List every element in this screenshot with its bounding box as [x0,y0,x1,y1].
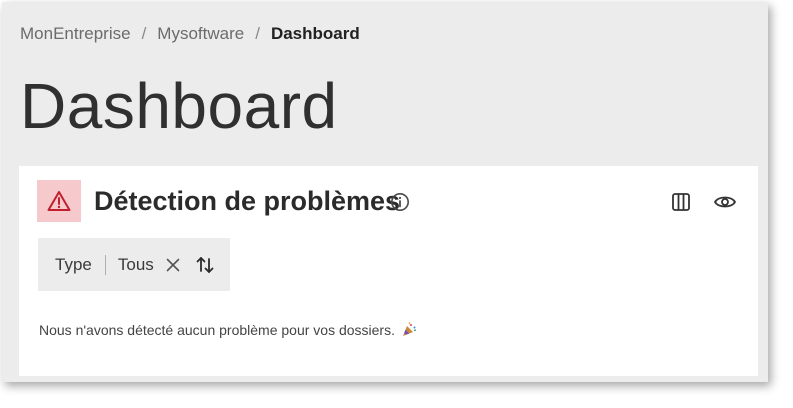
filter-value: Tous [117,254,154,274]
card-title: Détection de problèmes [94,186,401,216]
columns-icon[interactable] [670,191,692,213]
empty-state: Nous n'avons détecté aucun problème pour… [39,322,417,338]
breadcrumb-separator: / [255,24,260,43]
page-frame: MonEntreprise / Mysoftware / Dashboard D… [2,2,768,382]
problem-detection-card: Détection de problèmes Type Tous Nous n'… [19,166,758,376]
empty-state-message: Nous n'avons détecté aucun problème pour… [39,322,395,338]
sort-arrows-icon[interactable] [195,255,215,275]
type-filter-chip[interactable]: Type Tous [38,238,230,291]
filter-divider [104,254,106,275]
alert-badge [37,180,81,222]
breadcrumb-separator: / [141,24,147,43]
party-popper-icon [403,322,417,336]
breadcrumb-item-company[interactable]: MonEntreprise [20,24,131,44]
eye-icon[interactable] [713,191,737,213]
warning-triangle-icon [47,191,71,211]
breadcrumb-item-software[interactable]: Mysoftware [157,24,244,44]
close-icon[interactable] [165,257,181,273]
filter-label: Type [55,254,92,274]
breadcrumb: MonEntreprise / Mysoftware / Dashboard [20,24,360,44]
info-circle-icon[interactable] [390,192,410,212]
breadcrumb-current: Dashboard [270,24,360,43]
page-title: Dashboard [20,70,338,142]
